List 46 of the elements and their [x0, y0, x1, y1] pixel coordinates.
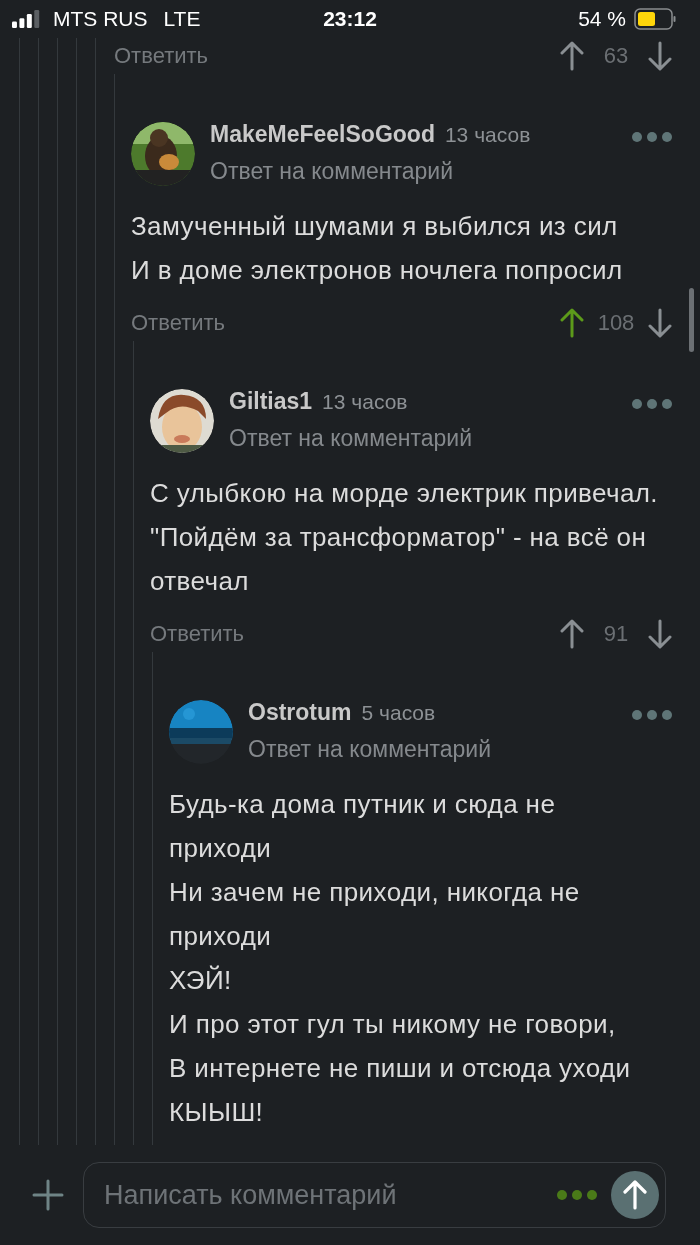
comment-text: И в доме электронов ночлега попросил — [131, 254, 624, 287]
more-icon[interactable] — [632, 710, 672, 720]
plus-icon[interactable] — [32, 1179, 64, 1211]
comment-text: С улыбкою на морде электрик привечал. — [150, 477, 659, 510]
reply-note: Ответ на комментарий — [210, 157, 454, 186]
comment-text: ХЭЙ! — [169, 964, 233, 997]
downvote-icon[interactable] — [648, 619, 672, 649]
scrollbar — [689, 288, 694, 352]
reply-link[interactable]: Ответить — [131, 310, 226, 336]
vote-score: 63 — [602, 43, 630, 69]
comment-input[interactable]: Написать комментарий — [102, 1178, 543, 1212]
battery-percent: 54 % — [578, 7, 626, 31]
author-name[interactable]: MakeMeFeelSoGood — [210, 121, 435, 148]
comment-text: КЫЫШ! — [169, 1096, 265, 1129]
comment-text: "Пойдём за трансформатор" - на всё он отвечал — [150, 521, 648, 598]
vote-score: 91 — [602, 621, 630, 647]
up-arrow-icon — [622, 1180, 648, 1210]
author-name[interactable]: Giltias1 — [229, 388, 313, 415]
comment-time: 13 часов — [444, 123, 531, 147]
reply-link[interactable]: Ответить — [150, 621, 245, 647]
downvote-icon[interactable] — [648, 308, 672, 338]
comment-field[interactable]: Написать комментарий — [83, 1162, 666, 1228]
more-icon[interactable] — [632, 399, 672, 409]
comment-time: 5 часов — [361, 701, 436, 725]
comment-text: Будь-ка дома путник и сюда не приходи — [169, 788, 557, 865]
network-type: LTE — [163, 7, 201, 31]
reply-note: Ответ на комментарий — [229, 424, 473, 453]
upvote-icon[interactable] — [560, 41, 584, 71]
carrier-name: MTS RUS — [53, 7, 148, 31]
comment-text: Ни зачем не приходи, никогда не приходи — [169, 876, 581, 953]
downvote-icon[interactable] — [648, 41, 672, 71]
author-name[interactable]: Ostrotum — [248, 699, 352, 726]
reply-link[interactable]: Ответить — [114, 43, 209, 69]
comment-text: В интернете не пиши и отсюда уходи — [169, 1052, 632, 1085]
send-button[interactable] — [611, 1171, 659, 1219]
upvote-icon[interactable] — [560, 308, 584, 338]
comment-time: 13 часов — [322, 390, 408, 414]
dots-icon — [557, 1190, 597, 1200]
more-icon[interactable] — [632, 132, 672, 142]
clock: 23:12 — [323, 7, 377, 31]
reply-note: Ответ на комментарий — [248, 735, 492, 764]
battery-icon — [634, 8, 676, 30]
upvote-icon[interactable] — [560, 619, 584, 649]
comment-text: Замученный шумами я выбился из сил — [131, 210, 619, 243]
vote-score: 108 — [596, 310, 636, 336]
comment-text: И про этот гул ты никому не говори, — [169, 1008, 617, 1041]
